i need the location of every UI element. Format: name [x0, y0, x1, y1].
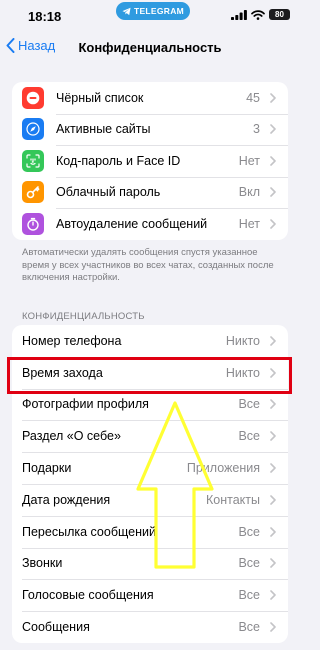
chevron-right-icon [266, 622, 280, 632]
row-value: Все [238, 556, 260, 571]
row-value: Нет [238, 216, 260, 231]
row-label: Пересылка сообщений [22, 524, 156, 539]
messages-row[interactable]: Сообщения Все [12, 611, 288, 643]
voice-messages-row[interactable]: Голосовые сообщения Все [12, 579, 288, 611]
row-label: Чёрный список [56, 90, 144, 105]
passcode-faceid-row[interactable]: Код-пароль и Face ID Нет [12, 145, 288, 177]
chevron-right-icon [266, 558, 280, 569]
status-icons: 80 [231, 9, 290, 20]
row-value: Все [238, 620, 260, 635]
auto-delete-footnote: Автоматически удалять сообщения спустя у… [22, 247, 274, 283]
row-value: Все [238, 397, 260, 412]
row-value: Все [238, 524, 260, 539]
row-label: Автоудаление сообщений [56, 216, 208, 231]
telegram-pill-label: TELEGRAM [133, 6, 185, 16]
row-value: Все [238, 429, 260, 444]
chevron-right-icon [266, 92, 280, 103]
row-value: Приложения [186, 461, 260, 476]
chevron-right-icon [266, 218, 280, 229]
phone-number-row[interactable]: Номер телефона Никто [12, 325, 288, 357]
row-label: Фотографии профиля [22, 397, 149, 412]
row-label: Код-пароль и Face ID [56, 153, 181, 168]
chevron-right-icon [266, 399, 280, 410]
timer-icon [22, 212, 44, 235]
battery-level: 80 [275, 10, 284, 19]
forwarded-messages-row[interactable]: Пересылка сообщений Все [12, 515, 288, 548]
status-bar: 18:18 TELEGRAM 80 [0, 0, 300, 34]
chevron-right-icon [266, 495, 280, 505]
row-label: Сообщения [22, 620, 90, 635]
status-time: 18:18 [28, 9, 62, 24]
telegram-plane-icon [122, 7, 131, 15]
chevron-right-icon [266, 336, 280, 346]
row-label: Активные сайты [56, 122, 151, 137]
chevron-right-icon [266, 155, 280, 166]
active-websites-row[interactable]: Активные сайты 3 [12, 113, 288, 146]
chevron-right-icon [266, 463, 280, 473]
highlight-rectangle [7, 357, 292, 394]
chevron-right-icon [266, 590, 280, 601]
chevron-right-icon [266, 526, 280, 537]
row-value: Нет [238, 153, 260, 168]
row-value: Никто [225, 333, 260, 348]
row-value: Вкл [238, 185, 260, 200]
chevron-right-icon [266, 187, 280, 198]
gifts-row[interactable]: Подарки Приложения [12, 452, 288, 484]
chevron-right-icon [266, 431, 280, 442]
auto-delete-row[interactable]: Автоудаление сообщений Нет [12, 208, 288, 240]
row-label: Звонки [22, 556, 63, 571]
privacy-section-header: КОНФИДЕНЦИАЛЬНОСТЬ [22, 311, 145, 322]
cloud-password-row[interactable]: Облачный пароль Вкл [12, 176, 288, 209]
row-value: 3 [253, 122, 260, 137]
row-label: Облачный пароль [56, 185, 161, 200]
minus-circle-icon [22, 86, 44, 109]
row-label: Голосовые сообщения [22, 588, 154, 603]
blocked-users-row[interactable]: Чёрный список 45 [12, 82, 288, 114]
row-value: Все [238, 588, 260, 603]
wifi-icon [251, 9, 265, 20]
compass-icon [22, 118, 44, 141]
birthday-row[interactable]: Дата рождения Контакты [12, 483, 288, 516]
row-value: Контакты [206, 492, 260, 507]
signal-icon [231, 9, 247, 20]
bio-row[interactable]: Раздел «О себе» Все [12, 420, 288, 452]
row-label: Номер телефона [22, 333, 122, 348]
page-title: Конфиденциальность [78, 40, 222, 55]
row-label: Дата рождения [22, 492, 111, 507]
navigation-bar: Назад Конфиденциальность [0, 34, 300, 64]
security-settings-group: Чёрный список 45 Активные сайты 3 Код-па… [12, 82, 288, 240]
calls-row[interactable]: Звонки Все [12, 547, 288, 580]
row-label: Подарки [22, 461, 72, 476]
row-value: 45 [246, 90, 260, 105]
battery-icon: 80 [269, 9, 290, 20]
chevron-right-icon [266, 124, 280, 135]
face-id-icon [22, 149, 44, 172]
telegram-pill[interactable]: TELEGRAM [116, 2, 190, 20]
row-label: Раздел «О себе» [22, 429, 121, 444]
key-icon [22, 181, 44, 204]
